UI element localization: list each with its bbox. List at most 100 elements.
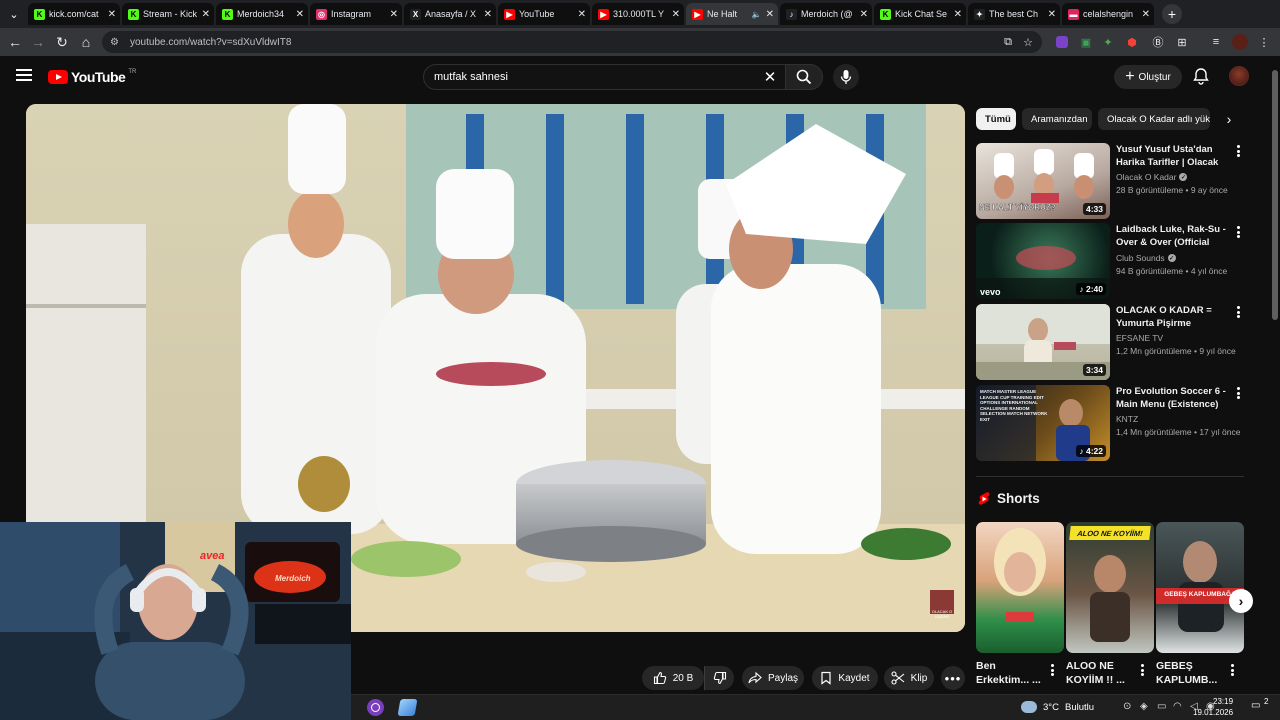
browser-tab[interactable]: ◎ Instagram ✕ — [310, 3, 402, 25]
video-channel[interactable]: KNTZ — [1116, 414, 1138, 424]
tray-battery-icon[interactable]: ▭ — [1157, 701, 1166, 712]
video-thumbnail[interactable]: 3:34 — [976, 304, 1110, 380]
video-title[interactable]: OLACAK O KADAR = Yumurta Pişirme Yöntem.… — [1116, 304, 1228, 330]
guide-menu-icon[interactable] — [14, 66, 34, 86]
dislike-button[interactable] — [704, 666, 734, 690]
tab-close-icon[interactable]: ✕ — [484, 9, 492, 20]
page-scrollbar[interactable] — [1270, 56, 1280, 694]
chevron-right-icon[interactable]: › — [1220, 110, 1238, 128]
forward-button[interactable]: → — [26, 30, 50, 54]
tab-close-icon[interactable]: ✕ — [1142, 9, 1150, 20]
new-tab-button[interactable]: + — [1162, 4, 1182, 24]
video-title[interactable]: Laidback Luke, Rak-Su - Over & Over (Off… — [1116, 223, 1228, 249]
chip-from-search[interactable]: Aramanızdan — [1022, 108, 1092, 130]
browser-tab[interactable]: ▶ 310.000TL Y ✕ — [592, 3, 684, 25]
extension-meet-icon[interactable]: ▣ — [1078, 34, 1094, 50]
browser-tab[interactable]: ✦ The best Ch ✕ — [968, 3, 1060, 25]
tray-wifi-icon[interactable]: ◠ — [1173, 701, 1182, 712]
extension-green-icon[interactable]: ✦ — [1100, 34, 1116, 50]
browser-tab[interactable]: ♪ Merdoich (@ ✕ — [780, 3, 872, 25]
short-title[interactable]: GEBEŞ KAPLUMB... — [1156, 659, 1228, 689]
extension-purple-icon[interactable] — [1056, 36, 1068, 48]
more-actions-button[interactable]: ••• — [941, 666, 965, 690]
tray-security-icon[interactable]: ◈ — [1140, 701, 1148, 712]
taskbar-app-obs-icon[interactable] — [367, 699, 384, 716]
back-button[interactable]: ← — [3, 30, 27, 54]
video-menu-icon[interactable] — [1234, 305, 1242, 319]
short-thumbnail[interactable]: ALOO NE KOYİİM! — [1066, 522, 1154, 653]
extension-grammar-icon[interactable]: Ⓑ — [1150, 34, 1166, 50]
extensions-puzzle-icon[interactable]: ⊞ — [1174, 34, 1190, 50]
like-button[interactable]: 20 B — [642, 666, 704, 690]
short-thumbnail[interactable] — [976, 522, 1064, 653]
browser-tab[interactable]: K Merdoich34 ✕ — [216, 3, 308, 25]
chip-all[interactable]: Tümü — [976, 108, 1016, 130]
browser-tab[interactable]: X Anasayfa / X ✕ — [404, 3, 496, 25]
video-menu-icon[interactable] — [1234, 225, 1242, 239]
address-bar[interactable]: ⚙ youtube.com/watch?v=sdXuVldwIT8 — [102, 31, 1042, 53]
clock-date[interactable]: 19.01.2026 — [1193, 708, 1233, 717]
create-button[interactable]: + Oluştur — [1114, 65, 1182, 89]
notifications-bell-icon[interactable] — [1192, 67, 1210, 85]
scrollbar-thumb[interactable] — [1272, 70, 1278, 320]
clip-button[interactable]: Klip — [884, 666, 934, 690]
video-thumbnail[interactable]: NE HALT YİYORUZ? 4:33 — [976, 143, 1110, 219]
browser-tab[interactable]: ▶ YouTube ✕ — [498, 3, 590, 25]
media-control-icon[interactable]: ≡ — [1208, 34, 1224, 50]
reload-button[interactable]: ↻ — [50, 30, 74, 54]
tray-network-icon[interactable]: ⊙ — [1123, 701, 1131, 712]
install-app-icon[interactable]: ⧉ — [1000, 34, 1016, 50]
clock-time[interactable]: 23:19 — [1213, 697, 1233, 706]
taskbar-app-icon[interactable] — [397, 699, 418, 716]
tab-close-icon[interactable]: ✕ — [860, 9, 868, 20]
youtube-logo[interactable]: YouTube TR — [48, 69, 136, 85]
video-title[interactable]: Yusuf Yusuf Usta'dan Harika Tarifler | O… — [1116, 143, 1228, 169]
video-thumbnail[interactable]: MATCH MASTER LEAGUE LEAGUE CUP TRAINING … — [976, 385, 1110, 461]
tab-close-icon[interactable]: ✕ — [108, 9, 116, 20]
short-title[interactable]: ALOO NE KOYİİM !! ... — [1066, 659, 1138, 689]
video-channel[interactable]: Club Sounds ✓ — [1116, 253, 1176, 263]
extension-red-icon[interactable]: ⬢ — [1124, 34, 1140, 50]
video-menu-icon[interactable] — [1234, 386, 1242, 400]
tab-close-icon[interactable]: ✕ — [954, 9, 962, 20]
video-menu-icon[interactable] — [1234, 144, 1242, 158]
tab-audio-icon[interactable]: 🔈 — [752, 10, 762, 19]
tab-close-icon[interactable]: ✕ — [672, 9, 680, 20]
home-button[interactable]: ⌂ — [74, 30, 98, 54]
browser-tab[interactable]: ▶ Ne Halt 🔈 ✕ — [686, 3, 778, 25]
video-title[interactable]: Pro Evolution Soccer 6 - Main Menu (Exis… — [1116, 385, 1228, 411]
shorts-next-button[interactable]: › — [1229, 589, 1253, 613]
browser-tab[interactable]: ▬ celalshengin ✕ — [1062, 3, 1154, 25]
profile-avatar-icon[interactable] — [1232, 34, 1248, 50]
browser-tab[interactable]: K Stream - Kick ✕ — [122, 3, 214, 25]
account-avatar[interactable] — [1229, 66, 1249, 86]
tab-close-icon[interactable]: ✕ — [390, 9, 398, 20]
bookmark-star-icon[interactable]: ☆ — [1020, 34, 1036, 50]
notification-center-icon[interactable]: ▭ — [1251, 700, 1260, 711]
browser-tab[interactable]: K Kick Chat Se ✕ — [874, 3, 966, 25]
tab-close-icon[interactable]: ✕ — [766, 9, 774, 20]
search-input[interactable]: mutfak sahnesi — [423, 64, 789, 90]
share-button[interactable]: Paylaş — [742, 666, 804, 690]
video-thumbnail[interactable]: vevo ♪ 2:40 — [976, 223, 1110, 299]
short-thumbnail[interactable]: GEBEŞ KAPLUMBAĞA — [1156, 522, 1244, 653]
tab-close-icon[interactable]: ✕ — [296, 9, 304, 20]
save-button[interactable]: Kaydet — [812, 666, 878, 690]
short-menu-icon[interactable] — [1048, 663, 1056, 677]
video-channel[interactable]: EFSANE TV — [1116, 333, 1163, 343]
short-menu-icon[interactable] — [1138, 663, 1146, 677]
search-button[interactable] — [785, 64, 823, 90]
chip-uploader[interactable]: Olacak O Kadar adlı yükleyiciden — [1098, 108, 1210, 130]
site-info-icon[interactable]: ⚙ — [110, 37, 124, 48]
voice-search-button[interactable] — [833, 64, 859, 90]
tab-close-icon[interactable]: ✕ — [202, 9, 210, 20]
clear-search-icon[interactable]: ✕ — [760, 67, 780, 87]
tab-close-icon[interactable]: ✕ — [1048, 9, 1056, 20]
browser-tab[interactable]: Kkick.com/cat ✕ — [28, 3, 120, 25]
tab-search-icon[interactable]: ⌄ — [4, 4, 24, 24]
video-channel[interactable]: Olacak O Kadar ✓ — [1116, 172, 1188, 182]
short-menu-icon[interactable] — [1228, 663, 1236, 677]
tab-close-icon[interactable]: ✕ — [578, 9, 586, 20]
short-title[interactable]: Ben Erkektim... ... — [976, 659, 1048, 689]
browser-menu-icon[interactable]: ⋮ — [1256, 34, 1272, 50]
